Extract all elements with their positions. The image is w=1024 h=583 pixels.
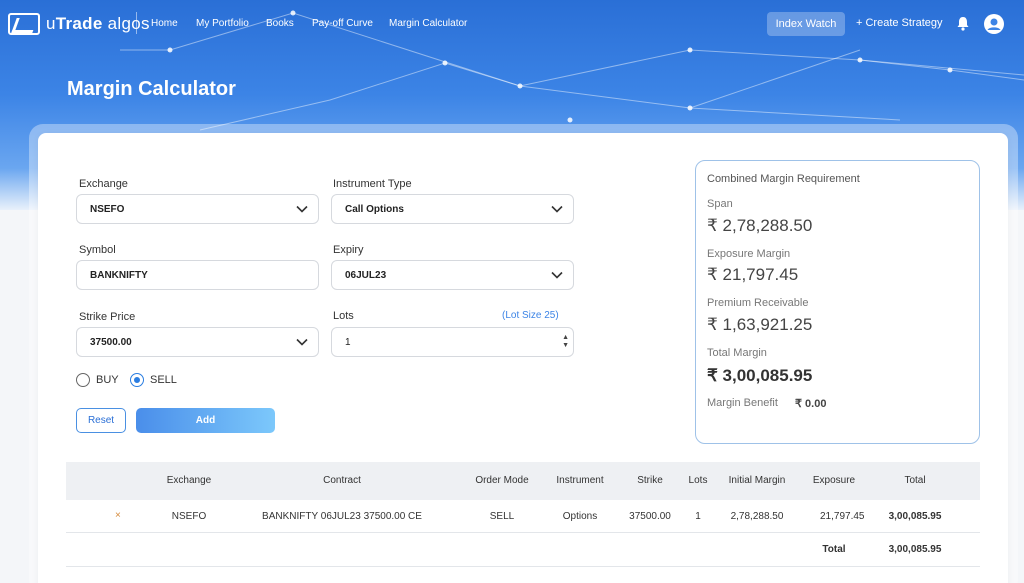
row-divider — [66, 566, 980, 567]
row-divider — [66, 532, 980, 533]
col-total: Total — [904, 475, 926, 486]
exchange-value: NSEFO — [90, 203, 125, 215]
cell-total: 3,00,085.95 — [888, 511, 942, 522]
lot-size-note: (Lot Size 25) — [502, 310, 559, 321]
user-avatar-icon[interactable] — [984, 14, 1004, 34]
cell-exchange: NSEFO — [171, 511, 207, 522]
index-watch-button[interactable]: Index Watch — [767, 12, 845, 36]
expiry-value: 06JUL23 — [345, 269, 387, 281]
margin-benefit-value: ₹ 0.00 — [795, 398, 827, 410]
expiry-label: Expiry — [333, 244, 364, 256]
table-total-label: Total — [822, 544, 846, 555]
lots-stepper[interactable]: 1 ▲ ▼ — [331, 327, 574, 357]
premium-value: ₹ 1,63,921.25 — [707, 315, 813, 334]
margin-benefit-label: Margin Benefit — [707, 397, 778, 409]
page-title: Margin Calculator — [67, 78, 236, 100]
cell-strike: 37500.00 — [629, 511, 671, 522]
nav-payoff-curve[interactable]: Pay-off Curve — [312, 18, 373, 29]
logo-icon — [8, 13, 40, 35]
span-value: ₹ 2,78,288.50 — [707, 216, 813, 235]
col-exposure: Exposure — [812, 475, 856, 486]
nav-divider — [136, 12, 137, 34]
lots-value: 1 — [345, 336, 351, 348]
brand-logo[interactable]: uTrade algos — [8, 13, 150, 35]
symbol-value: BANKNIFTY — [90, 269, 148, 281]
chevron-down-icon — [296, 338, 308, 346]
premium-label: Premium Receivable — [707, 297, 809, 309]
summary-title: Combined Margin Requirement — [707, 173, 860, 185]
create-strategy-button[interactable]: + Create Strategy — [856, 17, 943, 29]
col-strike: Strike — [637, 475, 663, 486]
sell-radio[interactable] — [130, 373, 144, 387]
cell-contract: BANKNIFTY 06JUL23 37500.00 CE — [262, 511, 422, 522]
instrument-type-value: Call Options — [345, 203, 404, 215]
exchange-select[interactable]: NSEFO — [76, 194, 319, 224]
col-order-mode: Order Mode — [475, 475, 529, 486]
add-button[interactable]: Add — [136, 408, 275, 433]
col-instrument: Instrument — [556, 475, 604, 486]
exposure-value: ₹ 21,797.45 — [707, 265, 799, 284]
cell-instrument: Options — [562, 511, 598, 522]
bell-icon[interactable] — [956, 16, 970, 31]
strike-price-select[interactable]: 37500.00 — [76, 327, 319, 357]
nav-home[interactable]: Home — [151, 18, 178, 29]
strike-price-label: Strike Price — [79, 311, 136, 323]
stepper-arrows-icon[interactable]: ▲ ▼ — [562, 334, 569, 350]
reset-button[interactable]: Reset — [76, 408, 126, 433]
cell-order-mode: SELL — [489, 511, 515, 522]
buy-radio[interactable] — [76, 373, 90, 387]
exchange-label: Exchange — [79, 178, 128, 190]
instrument-type-select[interactable]: Call Options — [331, 194, 574, 224]
chevron-down-icon — [296, 205, 308, 213]
cell-initial-margin: 2,78,288.50 — [730, 511, 784, 522]
total-margin-value: ₹ 3,00,085.95 — [707, 366, 813, 385]
span-label: Span — [707, 198, 733, 210]
nav-my-portfolio[interactable]: My Portfolio — [196, 18, 249, 29]
instrument-type-label: Instrument Type — [333, 178, 412, 190]
remove-row-icon[interactable]: × — [115, 510, 121, 521]
expiry-select[interactable]: 06JUL23 — [331, 260, 574, 290]
col-exchange: Exchange — [166, 475, 212, 486]
nav-books[interactable]: Books — [266, 18, 294, 29]
col-contract: Contract — [323, 475, 361, 486]
symbol-label: Symbol — [79, 244, 116, 256]
buy-label: BUY — [96, 374, 119, 386]
cell-lots: 1 — [695, 511, 701, 522]
lots-label: Lots — [333, 310, 354, 322]
chevron-down-icon — [551, 271, 563, 279]
sell-label: SELL — [150, 374, 177, 386]
cell-exposure: 21,797.45 — [820, 511, 865, 522]
exposure-label: Exposure Margin — [707, 248, 791, 260]
strike-price-value: 37500.00 — [90, 336, 132, 348]
table-total-value: 3,00,085.95 — [888, 544, 942, 555]
nav-margin-calculator[interactable]: Margin Calculator — [389, 18, 467, 29]
symbol-input[interactable]: BANKNIFTY — [76, 260, 319, 290]
chevron-down-icon — [551, 205, 563, 213]
col-lots: Lots — [688, 475, 708, 486]
total-margin-label: Total Margin — [707, 347, 767, 359]
col-initial-margin: Initial Margin — [728, 475, 786, 486]
